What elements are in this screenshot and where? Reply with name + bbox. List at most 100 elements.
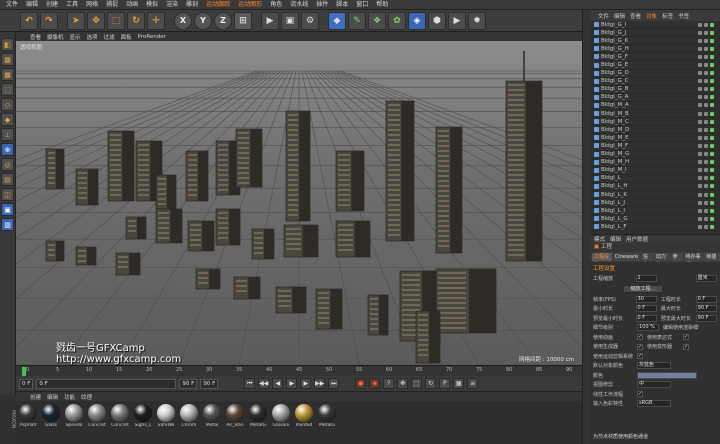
attribute-dropdown[interactable]: 灰蓝色 <box>637 362 671 370</box>
enabled-check-icon[interactable] <box>710 46 714 51</box>
editor-visibility-dot[interactable] <box>698 160 702 165</box>
mograph-icon[interactable]: ✿ <box>388 11 406 30</box>
object-row[interactable]: Bldgl_L <box>590 175 720 183</box>
menu-item[interactable]: 运动图形 <box>234 0 266 10</box>
model-mode-icon[interactable]: ▦ <box>1 53 14 66</box>
spline-icon[interactable]: ✎ <box>348 11 366 30</box>
solo-icon[interactable]: ▣ <box>1 203 14 216</box>
attribute-dropdown[interactable]: sRGB <box>637 400 671 408</box>
enabled-check-icon[interactable] <box>710 192 714 197</box>
attribute-subtab[interactable]: Cineware <box>612 253 641 261</box>
menu-item[interactable]: 帮助 <box>372 0 392 10</box>
object-menu-item[interactable]: 书签 <box>678 12 689 20</box>
visibility-flags[interactable] <box>698 46 714 51</box>
editor-visibility-dot[interactable] <box>698 224 702 229</box>
next-key-icon[interactable]: ▶▶ <box>314 378 326 389</box>
viewport-solo-icon[interactable]: ▥ <box>1 218 14 231</box>
texture-mode-icon[interactable]: ▩ <box>1 68 14 81</box>
editor-visibility-dot[interactable] <box>698 143 702 148</box>
menu-item[interactable]: 运动跟踪 <box>202 0 234 10</box>
enabled-check-icon[interactable] <box>710 143 714 148</box>
material-menu-item[interactable]: 编辑 <box>47 393 58 401</box>
editor-visibility-dot[interactable] <box>698 38 702 43</box>
enabled-check-icon[interactable] <box>710 54 714 59</box>
editor-visibility-dot[interactable] <box>698 135 702 140</box>
attribute-value-field[interactable]: 1 <box>635 275 657 283</box>
attribute-dropdown[interactable]: 中 <box>637 381 671 389</box>
enabled-check-icon[interactable] <box>710 79 714 84</box>
attribute-value-field[interactable]: 100 % <box>637 324 659 332</box>
object-row[interactable]: Bldgl_M_D <box>590 126 720 135</box>
material-swatch[interactable]: Concret <box>87 404 107 441</box>
move-tool-icon[interactable]: ✥ <box>87 11 105 30</box>
render-visibility-dot[interactable] <box>704 103 708 108</box>
material-swatch[interactable]: MetalG <box>248 404 268 441</box>
object-row[interactable]: Bldgl_G_B <box>590 86 720 94</box>
object-menu-item[interactable]: 编辑 <box>614 12 625 20</box>
menu-item[interactable]: 捕捉 <box>102 0 122 10</box>
editor-visibility-dot[interactable] <box>698 200 702 205</box>
enabled-check-icon[interactable] <box>710 224 714 229</box>
object-row[interactable]: Bldgl_M_B <box>590 110 720 119</box>
editor-visibility-dot[interactable] <box>698 22 702 27</box>
visibility-flags[interactable] <box>698 192 714 197</box>
render-visibility-dot[interactable] <box>704 111 708 116</box>
live-select-icon[interactable]: ➤ <box>67 11 85 30</box>
enabled-check-icon[interactable] <box>710 119 714 124</box>
viewport-menu-item[interactable]: 显示 <box>70 33 81 41</box>
menu-item[interactable]: 创建 <box>42 0 62 10</box>
render-visibility-dot[interactable] <box>704 143 708 148</box>
material-swatch[interactable]: Painted <box>294 404 314 441</box>
editor-visibility-dot[interactable] <box>698 119 702 124</box>
editor-visibility-dot[interactable] <box>698 176 702 181</box>
cube-object-icon[interactable]: ◆ <box>328 11 346 30</box>
render-visibility-dot[interactable] <box>704 200 708 205</box>
object-row[interactable]: Bldgl_G_I <box>590 21 720 30</box>
object-row[interactable]: Bldgl_L_H <box>590 183 720 191</box>
editor-visibility-dot[interactable] <box>698 71 702 76</box>
object-row[interactable]: Bldgl_G_C <box>590 78 720 86</box>
enabled-check-icon[interactable] <box>710 111 714 116</box>
timeline-menu-icon[interactable]: ≡ <box>467 378 479 389</box>
visibility-flags[interactable] <box>698 103 714 108</box>
object-row[interactable]: Bldgl_M_I <box>590 167 720 175</box>
deformer-icon[interactable]: ◈ <box>408 11 426 30</box>
undo-icon[interactable]: ↶ <box>20 11 38 30</box>
enabled-check-icon[interactable] <box>710 135 714 140</box>
object-menu-item[interactable]: 文件 <box>598 12 609 20</box>
object-row[interactable]: Bldgl_G_D <box>590 70 720 78</box>
render-visibility-dot[interactable] <box>704 216 708 221</box>
enabled-check-icon[interactable] <box>710 127 714 132</box>
object-row[interactable]: Bldgl_L_J <box>590 199 720 208</box>
light-icon[interactable]: ✹ <box>468 11 486 30</box>
render-visibility-dot[interactable] <box>704 127 708 132</box>
viewport-menu-item[interactable]: 过滤 <box>104 33 115 41</box>
menu-item[interactable]: 脚本 <box>332 0 352 10</box>
visibility-flags[interactable] <box>698 208 714 213</box>
object-row[interactable]: Bldgl_L_F <box>590 223 720 232</box>
menu-item[interactable]: 网格 <box>82 0 102 10</box>
attribute-subtab[interactable]: 待办事项 <box>683 253 704 268</box>
render-visibility-dot[interactable] <box>704 71 708 76</box>
enabled-check-icon[interactable] <box>710 184 714 189</box>
editor-visibility-dot[interactable] <box>698 168 702 173</box>
object-row[interactable]: Bldgl_G_H <box>590 45 720 54</box>
enabled-check-icon[interactable] <box>710 160 714 165</box>
checkbox[interactable]: ✓ <box>637 334 643 341</box>
material-swatch[interactable]: Asphalt <box>18 404 38 441</box>
visibility-flags[interactable] <box>698 143 714 148</box>
viewport-menu-item[interactable]: 查看 <box>30 33 41 41</box>
render-visibility-dot[interactable] <box>704 224 708 229</box>
axis-mode-icon[interactable]: ⊥ <box>1 128 14 141</box>
render-visibility-dot[interactable] <box>704 135 708 140</box>
menu-item[interactable]: 雕刻 <box>182 0 202 10</box>
render-visibility-dot[interactable] <box>704 176 708 181</box>
object-row[interactable]: Bldgl_L_G <box>590 215 720 224</box>
attribute-subtab[interactable]: 参考 <box>670 253 683 268</box>
editor-visibility-dot[interactable] <box>698 87 702 92</box>
attribute-menu-item[interactable]: 模式 <box>594 235 605 243</box>
attribute-subtab[interactable]: 帧插值 <box>704 253 720 268</box>
checkbox[interactable]: ✓ <box>637 353 643 360</box>
menu-item[interactable]: 插件 <box>312 0 332 10</box>
viewport[interactable]: 透视视图 网格间距 : 10000 cm 戮齿一号GFXCamp http://… <box>16 41 582 365</box>
